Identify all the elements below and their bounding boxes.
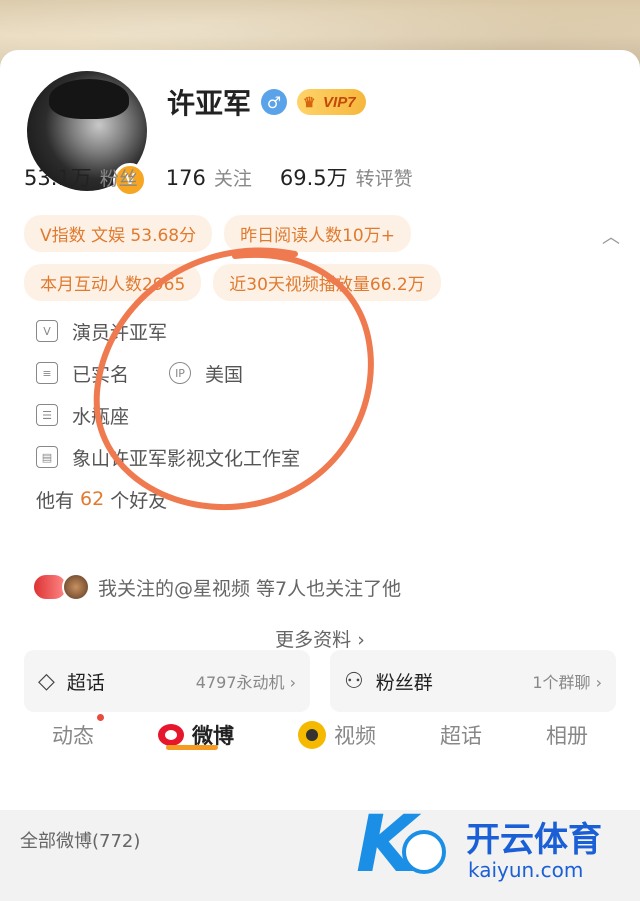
- stat-label: 粉丝: [99, 168, 138, 190]
- stat-value: 69.5万: [279, 166, 348, 190]
- mutual-avatar: [62, 573, 90, 601]
- friends-suffix: 个好友: [110, 489, 168, 512]
- tag-row: V指数 文娱 53.68分 昨日阅读人数10万+: [24, 215, 624, 252]
- fangroup-card[interactable]: ⚇ 粉丝群 1个群聊 ›: [330, 650, 616, 712]
- video-icon: [298, 721, 326, 749]
- friends-prefix: 他有: [36, 489, 75, 512]
- more-info-link[interactable]: 更多资料 ›: [0, 625, 640, 652]
- tab-label: 相册: [546, 724, 588, 748]
- stat-following[interactable]: 176 关注: [166, 164, 252, 191]
- info-company[interactable]: ▤ 象山许亚军影视文化工作室: [36, 436, 596, 478]
- card-meta: 1个群聊 ›: [532, 673, 602, 692]
- profile-card: V 许亚军 ♂ ♛ VIP7 53.1万 粉丝 176 关注 69.5万 转评赞…: [0, 50, 640, 810]
- tab-album[interactable]: 相册: [546, 720, 588, 750]
- occupation-text: 演员许亚军: [72, 321, 168, 344]
- stat-label: 转评赞: [355, 168, 413, 190]
- tag-row: 本月互动人数2965 近30天视频播放量66.2万: [24, 264, 624, 301]
- crown-icon: ♛: [303, 94, 316, 110]
- tag-v-index[interactable]: V指数 文娱 53.68分: [24, 215, 213, 252]
- card-meta: 4797永动机 ›: [195, 673, 296, 692]
- realname-text: 已实名: [72, 363, 130, 386]
- weibo-icon: [158, 724, 184, 746]
- stat-label: 关注: [213, 168, 252, 190]
- info-zodiac: ☰ 水瓶座: [36, 394, 596, 436]
- watermark-logo: K 开云体育 kaiyun.com: [356, 800, 636, 895]
- tag-reads[interactable]: 昨日阅读人数10万+: [224, 215, 411, 252]
- tab-video[interactable]: 视频: [298, 720, 376, 750]
- stat-value: 53.1万: [24, 166, 92, 190]
- card-title: 粉丝群: [375, 671, 433, 694]
- stat-likes[interactable]: 69.5万 转评赞: [280, 162, 413, 192]
- company-text: 象山许亚军影视文化工作室: [72, 447, 301, 470]
- notification-dot: [97, 714, 104, 721]
- id-card-icon: ≡: [36, 362, 58, 384]
- mutual-follow-row[interactable]: 我关注的@星视频 等7人也关注了他: [32, 573, 401, 601]
- building-icon: ▤: [36, 446, 58, 468]
- tab-label: 超话: [440, 724, 482, 748]
- tag-interactions[interactable]: 本月互动人数2965: [24, 264, 202, 301]
- mutual-text: 我关注的@星视频 等7人也关注了他: [98, 577, 402, 600]
- card-title: 超话: [66, 671, 105, 694]
- all-weibo-label: 全部微博(772): [20, 831, 141, 852]
- tab-dynamics[interactable]: 动态: [52, 714, 104, 750]
- profile-tabs: 动态 微博 视频 超话 相册: [0, 705, 640, 765]
- tab-supertopic[interactable]: 超话: [440, 720, 482, 750]
- vip-label: VIP7: [323, 93, 356, 111]
- ip-text: 美国: [205, 363, 244, 386]
- info-ip: IP 美国: [169, 360, 243, 387]
- name-row: 许亚军 ♂ ♛ VIP7: [167, 82, 366, 122]
- feature-cards: ◇ 超话 4797永动机 › ⚇ 粉丝群 1个群聊 ›: [24, 650, 616, 712]
- vip-badge[interactable]: ♛ VIP7: [297, 89, 366, 115]
- info-realname: ≡ 已实名: [36, 360, 129, 387]
- info-occupation: V 演员许亚军: [36, 310, 596, 352]
- info-list: V 演员许亚军 ≡ 已实名 IP 美国 ☰ 水瓶座 ▤ 象山许亚军影视文化工作室: [36, 310, 596, 520]
- info-identity-row: ≡ 已实名 IP 美国: [36, 352, 596, 394]
- friends-count: 62: [80, 488, 105, 510]
- ip-icon: IP: [169, 362, 192, 384]
- friends-row[interactable]: 他有 62 个好友: [36, 478, 596, 520]
- tab-label: 动态: [52, 724, 94, 748]
- soccer-ball-icon: [402, 830, 446, 874]
- stat-value: 176: [165, 166, 206, 190]
- stat-fans[interactable]: 53.1万 粉丝: [24, 162, 138, 192]
- chevron-up-icon[interactable]: ︿: [602, 223, 620, 249]
- male-icon: ♂: [261, 89, 288, 115]
- tag-area: V指数 文娱 53.68分 昨日阅读人数10万+ 本月互动人数2965 近30天…: [24, 215, 624, 313]
- active-tab-indicator: [166, 745, 218, 750]
- watermark-url: kaiyun.com: [468, 858, 584, 882]
- shield-icon: V: [36, 320, 58, 342]
- diamond-icon: ◇: [38, 668, 55, 694]
- tab-label: 视频: [334, 724, 376, 748]
- stats-row: 53.1万 粉丝 176 关注 69.5万 转评赞: [24, 162, 413, 192]
- supertopic-card[interactable]: ◇ 超话 4797永动机 ›: [24, 650, 310, 712]
- zodiac-text: 水瓶座: [72, 405, 130, 428]
- calendar-icon: ☰: [36, 404, 58, 426]
- tag-video-plays[interactable]: 近30天视频播放量66.2万: [213, 264, 441, 301]
- group-icon: ⚇: [344, 668, 364, 694]
- watermark-title: 开云体育: [466, 820, 602, 860]
- profile-name: 许亚军: [167, 87, 252, 120]
